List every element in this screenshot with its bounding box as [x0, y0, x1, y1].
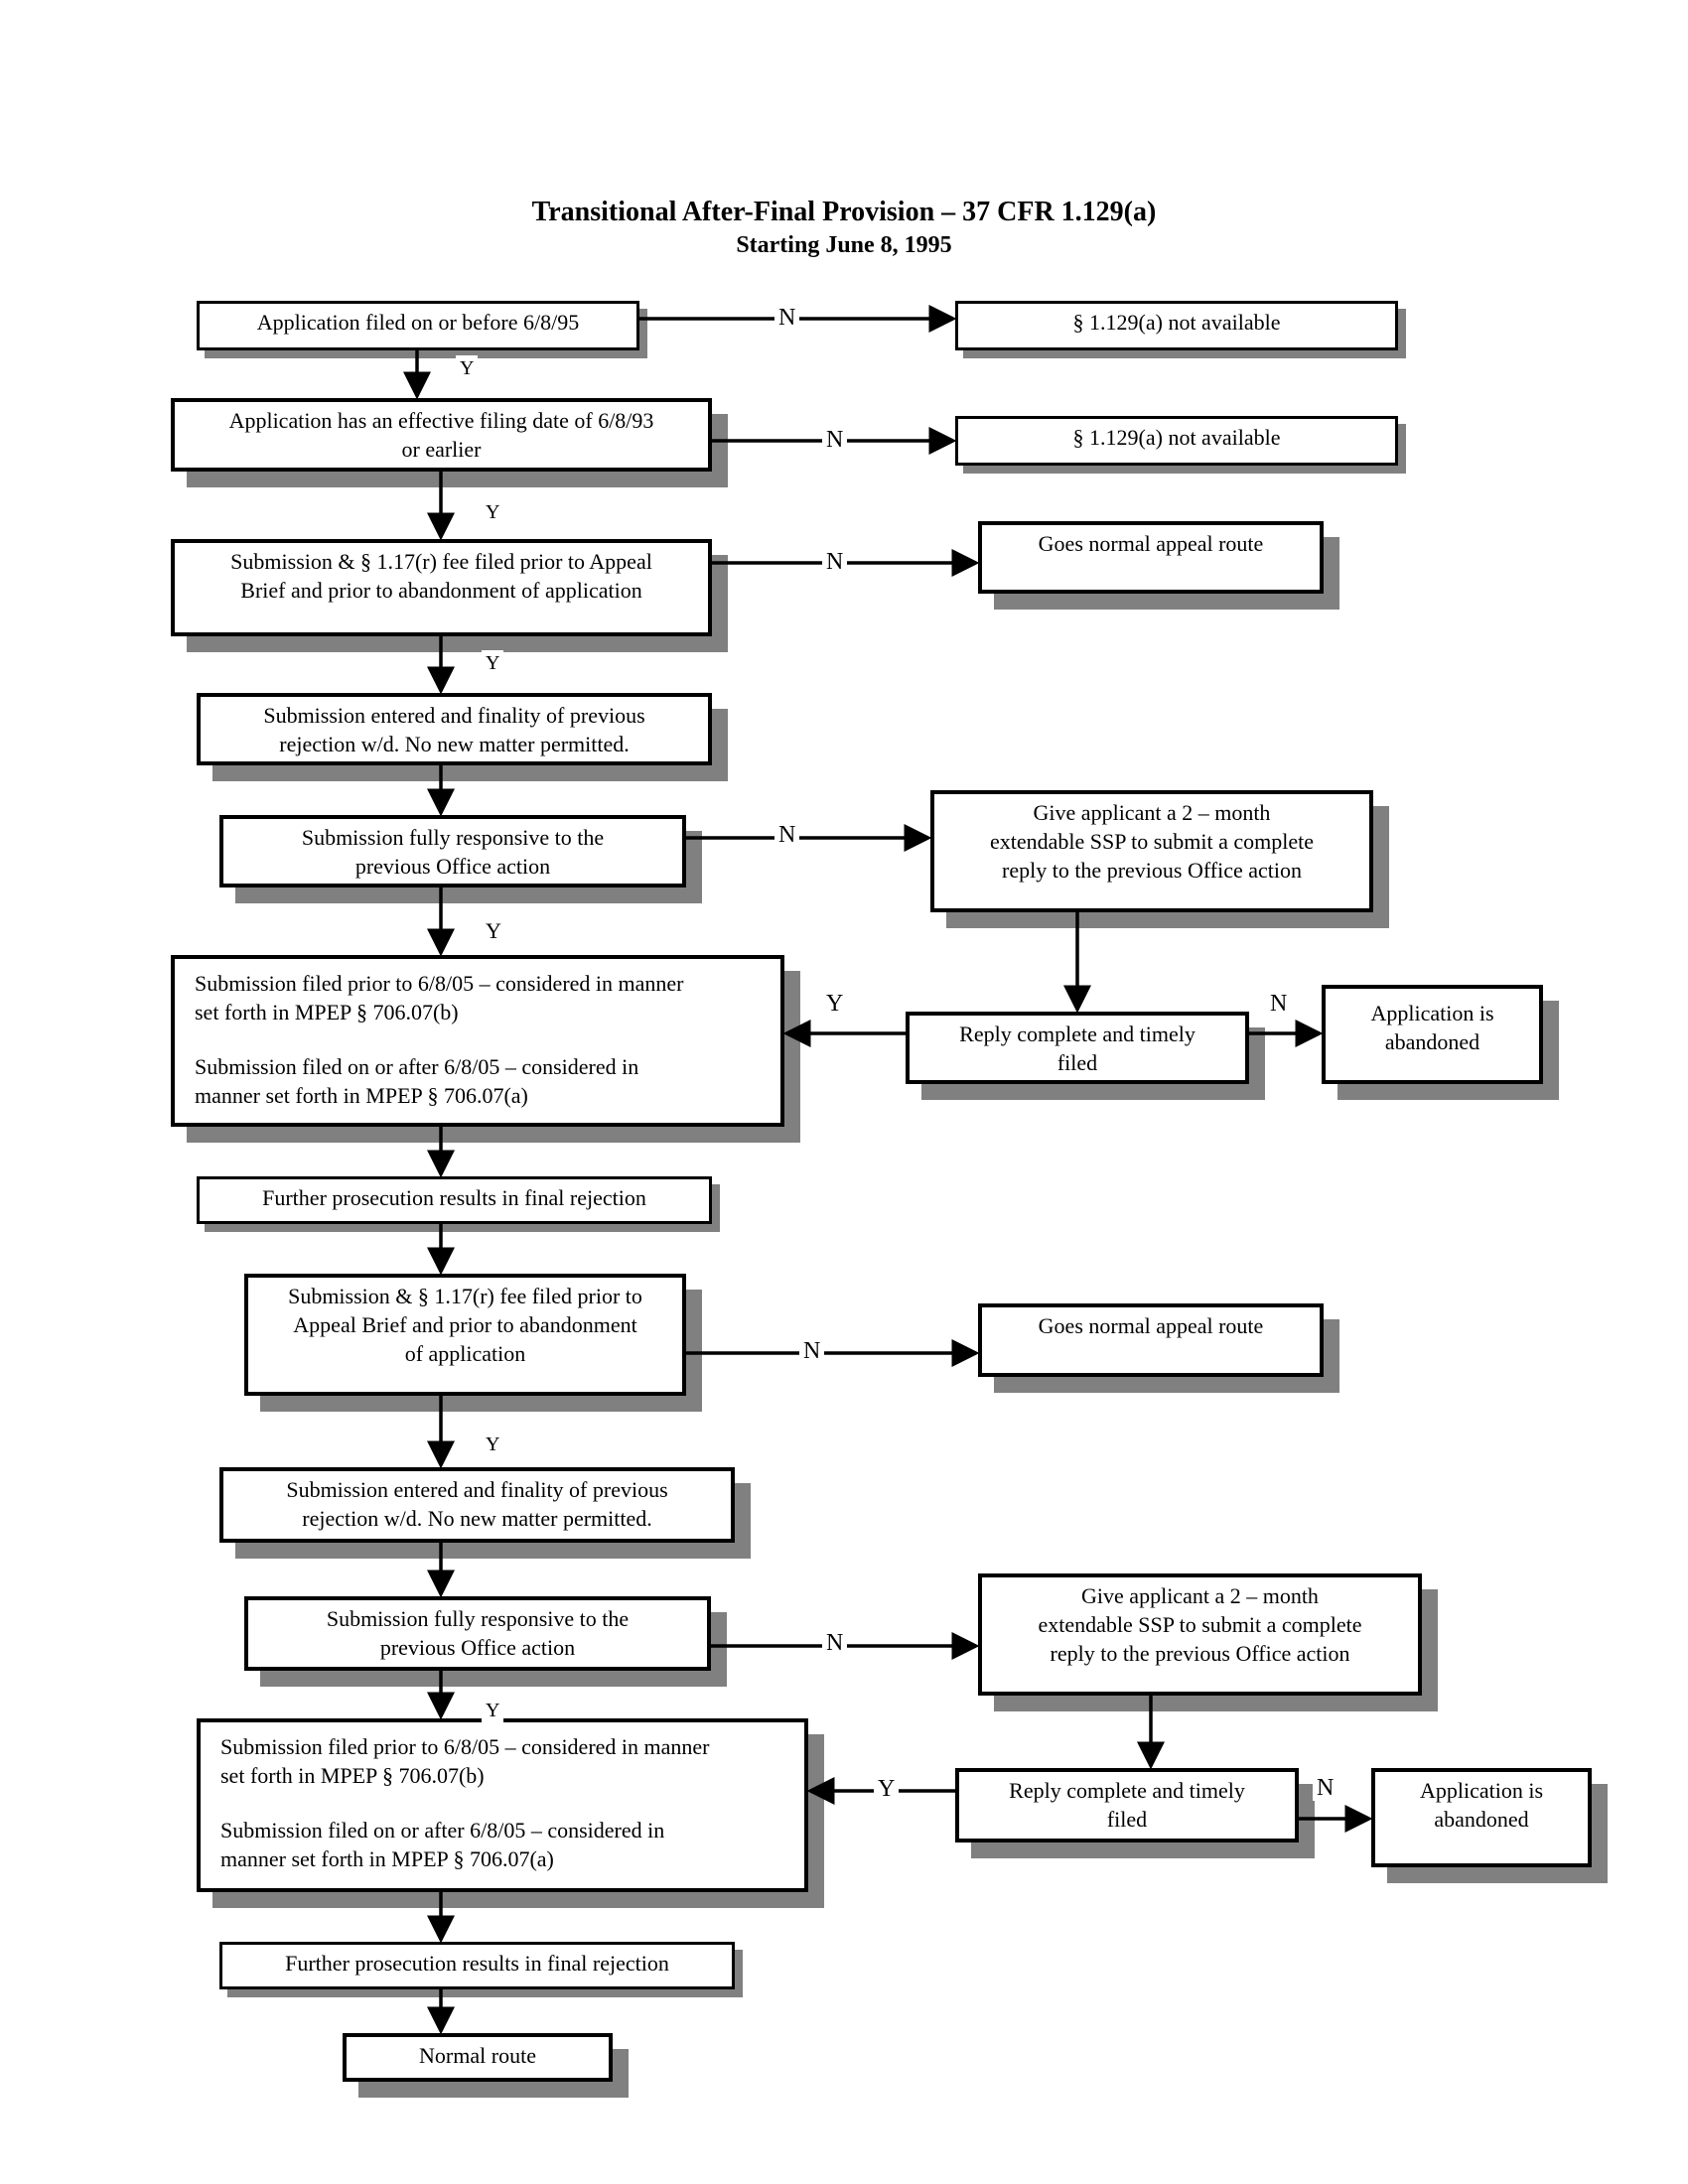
edge-label-no: N: [822, 427, 848, 453]
node-text: Further prosecution results in final rej…: [262, 1185, 646, 1210]
node-text: Submission fully responsive to the: [326, 1606, 630, 1631]
node-not-available-1: § 1.129(a) not available: [955, 301, 1398, 350]
edge-label-yes: Y: [482, 1698, 504, 1723]
edge-label-yes: Y: [822, 991, 848, 1017]
node-text: extendable SSP to submit a complete: [989, 829, 1315, 854]
node-text: Submission entered and finality of previ…: [263, 703, 645, 728]
node-fully-responsive-2: Submission fully responsive to the previ…: [244, 1596, 711, 1671]
edge-label-no: N: [774, 822, 800, 848]
node-text: rejection w/d. No new matter permitted.: [302, 1506, 652, 1531]
node-text: Further prosecution results in final rej…: [285, 1951, 669, 1976]
diagram-title: Transitional After-Final Provision – 37 …: [531, 197, 1157, 227]
node-text: set forth in MPEP § 706.07(b): [195, 1000, 459, 1024]
node-text: Submission entered and finality of previ…: [286, 1477, 668, 1502]
node-text: Goes normal appeal route: [1038, 531, 1264, 556]
node-mpep-consideration-2: Submission filed prior to 6/8/05 – consi…: [197, 1718, 808, 1892]
node-text: reply to the previous Office action: [1002, 858, 1302, 883]
node-text: Submission & § 1.17(r) fee filed prior t…: [288, 1284, 642, 1308]
node-application-abandoned-1: Application is abandoned: [1322, 985, 1543, 1084]
edge-label-yes: Y: [482, 1432, 504, 1457]
node-normal-route: Normal route: [343, 2033, 613, 2082]
node-text: Application has an effective filing date…: [228, 408, 654, 433]
node-text: Submission filed on or after 6/8/05 – co…: [220, 1818, 665, 1843]
node-text: rejection w/d. No new matter permitted.: [279, 732, 630, 756]
node-reply-complete-1: Reply complete and timely filed: [906, 1012, 1249, 1084]
edge-label-no: N: [1266, 991, 1292, 1017]
node-give-ssp-1: Give applicant a 2 – month extendable SS…: [930, 790, 1373, 912]
node-text: abandoned: [1384, 1029, 1480, 1054]
node-text: Submission & § 1.17(r) fee filed prior t…: [230, 549, 652, 574]
node-not-available-2: § 1.129(a) not available: [955, 416, 1398, 466]
node-filed-before-1995: Application filed on or before 6/8/95: [197, 301, 639, 350]
node-text: manner set forth in MPEP § 706.07(a): [195, 1083, 528, 1108]
edge-label-no: N: [822, 1630, 848, 1656]
edge-label-yes: Y: [482, 499, 504, 525]
diagram-subtitle: Starting June 8, 1995: [736, 232, 952, 258]
node-text: filed: [1056, 1050, 1098, 1075]
edge-label-yes: Y: [482, 918, 505, 944]
node-text: Reply complete and timely: [1009, 1778, 1245, 1803]
node-submission-entered-1: Submission entered and finality of previ…: [197, 693, 712, 765]
node-normal-appeal-route-1: Goes normal appeal route: [978, 521, 1324, 594]
node-effective-filing-1993: Application has an effective filing date…: [171, 398, 712, 472]
node-normal-appeal-route-2: Goes normal appeal route: [978, 1303, 1324, 1377]
node-submission-fee-filed-2: Submission & § 1.17(r) fee filed prior t…: [244, 1274, 686, 1396]
node-text: extendable SSP to submit a complete: [1038, 1612, 1362, 1637]
node-text: filed: [1106, 1807, 1148, 1832]
node-submission-entered-2: Submission entered and finality of previ…: [219, 1467, 735, 1543]
node-final-rejection-1: Further prosecution results in final rej…: [197, 1176, 712, 1224]
node-give-ssp-2: Give applicant a 2 – month extendable SS…: [978, 1573, 1422, 1696]
node-text: Submission filed on or after 6/8/05 – co…: [195, 1054, 639, 1079]
edge-label-no: N: [1313, 1775, 1338, 1801]
node-final-rejection-2: Further prosecution results in final rej…: [219, 1942, 735, 1989]
edge-label-no: N: [799, 1338, 825, 1364]
edge-label-no: N: [774, 305, 800, 331]
node-text: § 1.129(a) not available: [1072, 425, 1281, 450]
node-text: abandoned: [1434, 1807, 1529, 1832]
node-text: Give applicant a 2 – month: [1081, 1583, 1319, 1608]
node-text: Brief and prior to abandonment of applic…: [240, 578, 642, 603]
edge-label-yes: Y: [456, 355, 479, 381]
edge-label-yes: Y: [482, 650, 504, 676]
edge-label-yes: Y: [874, 1776, 900, 1802]
node-text: or earlier: [401, 437, 482, 462]
node-text: Normal route: [419, 2043, 536, 2068]
node-text: of application: [404, 1341, 526, 1366]
node-text: Submission filed prior to 6/8/05 – consi…: [195, 971, 684, 996]
node-application-abandoned-2: Application is abandoned: [1371, 1768, 1592, 1867]
node-text: set forth in MPEP § 706.07(b): [220, 1763, 485, 1788]
node-text: Application is: [1419, 1778, 1544, 1803]
node-text: § 1.129(a) not available: [1072, 310, 1281, 335]
node-text: Give applicant a 2 – month: [1033, 800, 1271, 825]
node-text: previous Office action: [354, 854, 551, 879]
node-text: Application filed on or before 6/8/95: [256, 310, 580, 335]
node-text: Appeal Brief and prior to abandonment: [293, 1312, 637, 1337]
node-text: Application is: [1370, 1001, 1494, 1025]
node-text: Goes normal appeal route: [1038, 1313, 1264, 1338]
node-fully-responsive-1: Submission fully responsive to the previ…: [219, 815, 686, 887]
node-mpep-consideration-1: Submission filed prior to 6/8/05 – consi…: [171, 955, 784, 1127]
node-text: Reply complete and timely: [959, 1022, 1196, 1046]
node-reply-complete-2: Reply complete and timely filed: [955, 1768, 1299, 1843]
node-text: Submission filed prior to 6/8/05 – consi…: [220, 1734, 710, 1759]
node-text: Submission fully responsive to the: [301, 825, 605, 850]
edge-label-no: N: [822, 549, 848, 575]
node-text: manner set forth in MPEP § 706.07(a): [220, 1846, 554, 1871]
node-submission-fee-filed-1: Submission & § 1.17(r) fee filed prior t…: [171, 539, 712, 636]
node-text: previous Office action: [379, 1635, 576, 1660]
node-text: reply to the previous Office action: [1050, 1641, 1350, 1666]
